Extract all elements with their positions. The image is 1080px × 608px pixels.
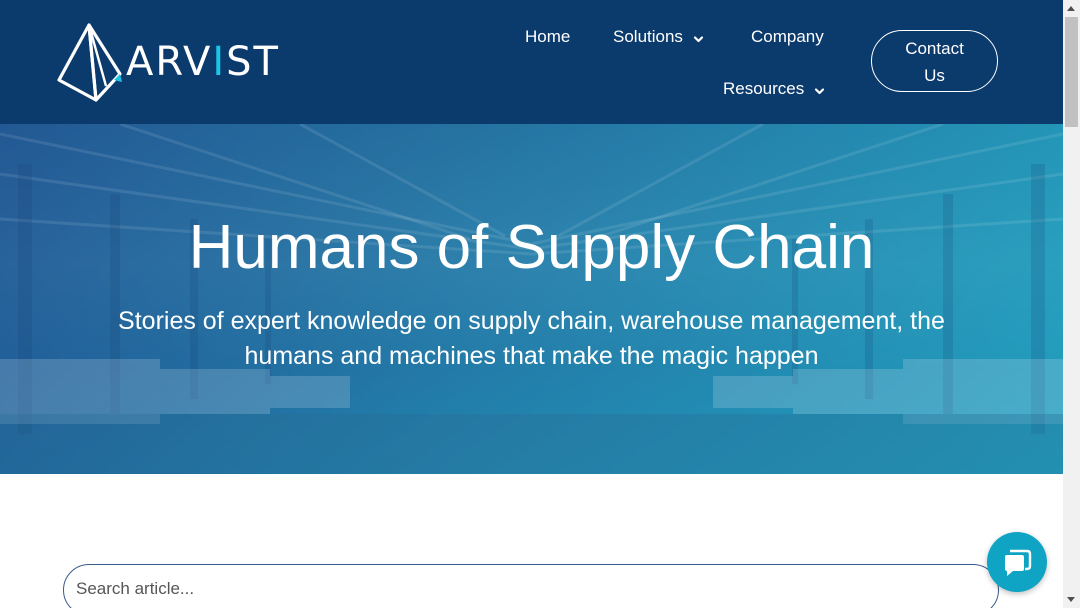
- nav-resources-label: Resources: [723, 79, 805, 98]
- nav-company[interactable]: Company: [751, 27, 824, 47]
- contact-us-label-line1: Contact: [905, 39, 964, 58]
- nav-home[interactable]: Home: [525, 27, 570, 47]
- hero-subtitle: Stories of expert knowledge on supply ch…: [118, 307, 945, 370]
- brand-logo[interactable]: ARVIST: [56, 22, 281, 102]
- search-article-box: [63, 564, 999, 608]
- contact-us-button[interactable]: Contact Us: [871, 30, 998, 92]
- chat-widget-button[interactable]: [987, 532, 1047, 592]
- page: ARVIST Home Solutions Company Resources …: [0, 0, 1063, 608]
- nav-resources[interactable]: Resources: [723, 79, 825, 99]
- scroll-up-arrow-icon[interactable]: [1063, 0, 1080, 17]
- scroll-down-arrow-icon[interactable]: [1063, 591, 1080, 608]
- chevron-down-icon: [693, 30, 704, 43]
- search-article-input[interactable]: [74, 573, 978, 605]
- nav-company-label: Company: [751, 27, 824, 46]
- nav-solutions-label: Solutions: [613, 27, 683, 46]
- contact-us-label-line2: Us: [924, 66, 945, 85]
- chevron-down-icon: [814, 82, 825, 95]
- nav-solutions[interactable]: Solutions: [613, 27, 704, 47]
- brand-wordmark: ARVIST: [126, 39, 280, 85]
- warehouse-background-image: [0, 124, 1063, 474]
- pyramid-logo-icon: [57, 23, 122, 102]
- chat-bubble-icon: [1005, 549, 1032, 576]
- nav-home-label: Home: [525, 27, 571, 46]
- site-header: ARVIST Home Solutions Company Resources …: [0, 0, 1063, 124]
- page-scrollbar[interactable]: [1063, 0, 1080, 608]
- hero-banner: Humans of Supply Chain Stories of expert…: [0, 124, 1063, 474]
- scroll-thumb[interactable]: [1065, 17, 1078, 127]
- hero-title: Humans of Supply Chain: [188, 213, 875, 282]
